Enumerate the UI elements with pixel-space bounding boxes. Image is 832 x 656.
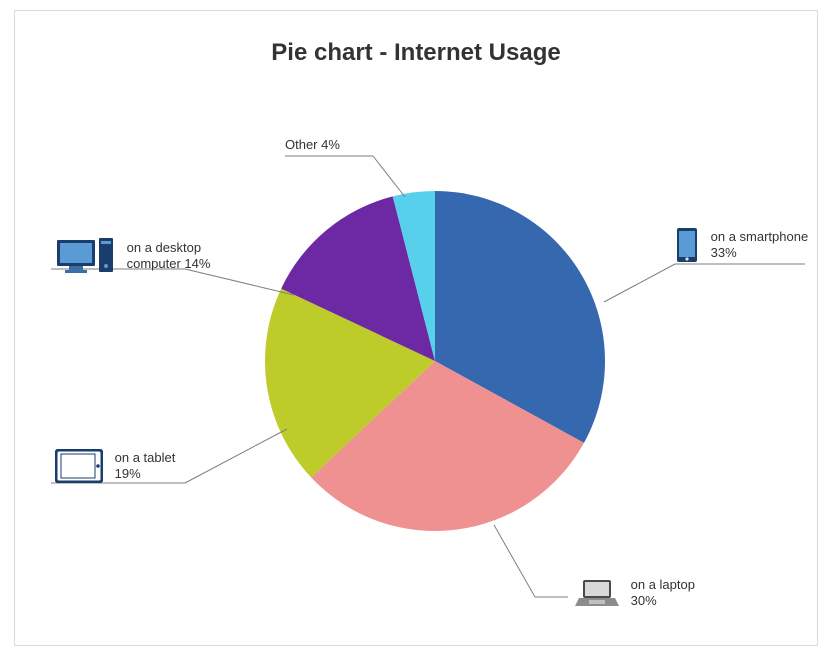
label-smartphone-l1: on a smartphone — [711, 229, 809, 244]
label-other-l1: Other 4% — [285, 137, 340, 153]
label-smartphone: on a smartphone 33% — [675, 227, 808, 263]
pie-chart — [265, 191, 605, 531]
desktop-icon — [55, 236, 115, 276]
label-desktop: on a desktop computer 14% — [55, 236, 210, 276]
chart-title: Pie chart - Internet Usage — [15, 39, 817, 67]
label-smartphone-l2: 33% — [711, 245, 737, 260]
label-tablet: on a tablet 19% — [55, 449, 175, 483]
smartphone-icon — [675, 227, 699, 263]
label-tablet-l1: on a tablet — [115, 450, 176, 465]
label-desktop-l1: on a desktop — [127, 240, 201, 255]
label-laptop-l2: 30% — [631, 593, 657, 608]
laptop-icon — [575, 578, 619, 608]
label-laptop: on a laptop 30% — [575, 577, 695, 610]
label-other: Other 4% — [285, 137, 340, 154]
chart-canvas: Pie chart - Internet Usage — [14, 10, 818, 646]
tablet-icon — [55, 449, 103, 483]
label-desktop-l2: computer 14% — [127, 256, 211, 271]
label-tablet-l2: 19% — [115, 466, 141, 481]
label-laptop-l1: on a laptop — [631, 577, 695, 592]
